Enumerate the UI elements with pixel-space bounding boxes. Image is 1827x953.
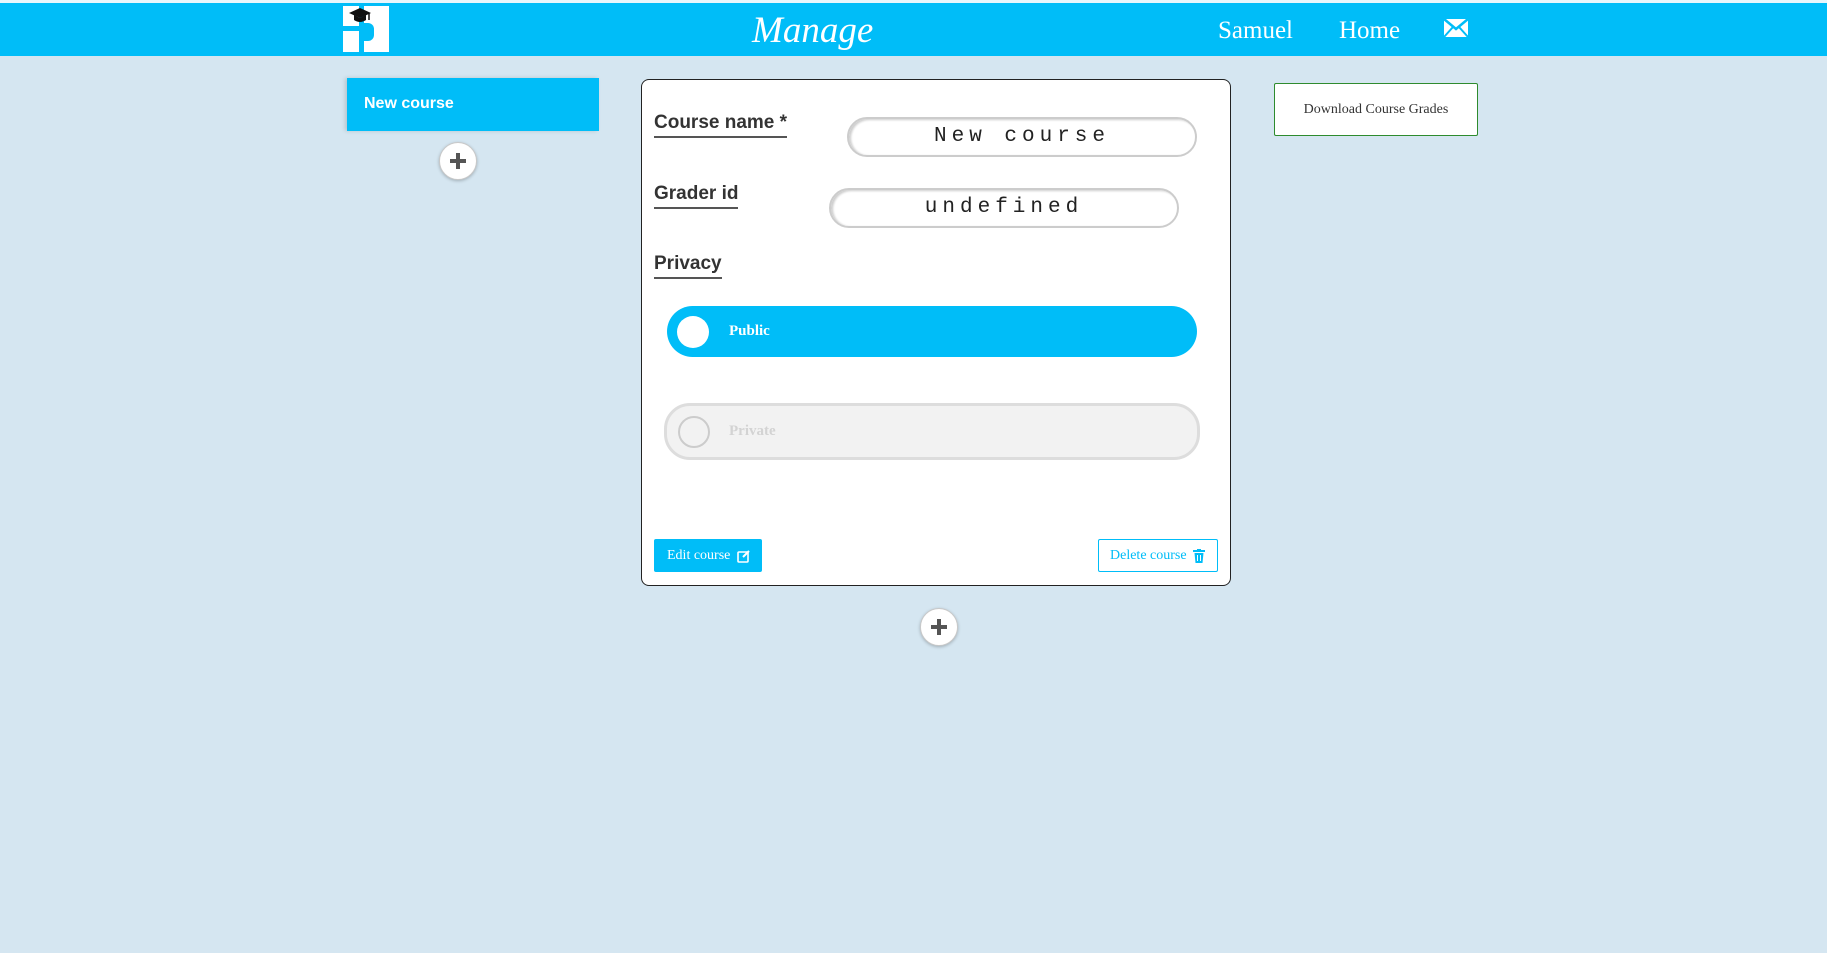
logo[interactable] [343,6,389,52]
graduation-cap-icon [349,8,371,22]
course-name-input[interactable]: New course [847,117,1197,157]
edit-course-button[interactable]: Edit course [654,539,762,572]
download-grades-button[interactable]: Download Course Grades [1274,83,1478,136]
trash-icon [1193,548,1206,563]
sidebar-course-item[interactable]: New course [347,78,599,131]
navbar: Manage Samuel Home [0,3,1827,56]
privacy-label: Privacy [654,253,722,279]
grader-id-label: Grader id [654,183,739,209]
course-name-label: Course name * [654,112,788,138]
edit-icon [737,550,750,563]
delete-course-label: Delete course [1110,548,1187,563]
add-course-button[interactable] [439,142,477,180]
add-section-button[interactable] [920,608,958,646]
envelope-icon[interactable] [1443,18,1469,38]
radio-selected-icon [677,316,709,348]
radio-unselected-icon [678,416,710,448]
sidebar-course-label: New course [364,95,454,112]
privacy-option-private[interactable]: Private [664,403,1200,460]
grader-id-input[interactable]: undefined [829,188,1179,228]
delete-course-button[interactable]: Delete course [1098,539,1218,572]
user-link[interactable]: Samuel [1218,17,1293,45]
privacy-option-label: Private [729,423,776,439]
privacy-option-label: Public [729,323,770,339]
edit-course-label: Edit course [667,548,731,563]
page-title: Manage [752,10,874,51]
course-card: Course name * New course Grader id undef… [641,79,1231,586]
privacy-option-public[interactable]: Public [667,306,1197,357]
home-link[interactable]: Home [1339,17,1400,45]
